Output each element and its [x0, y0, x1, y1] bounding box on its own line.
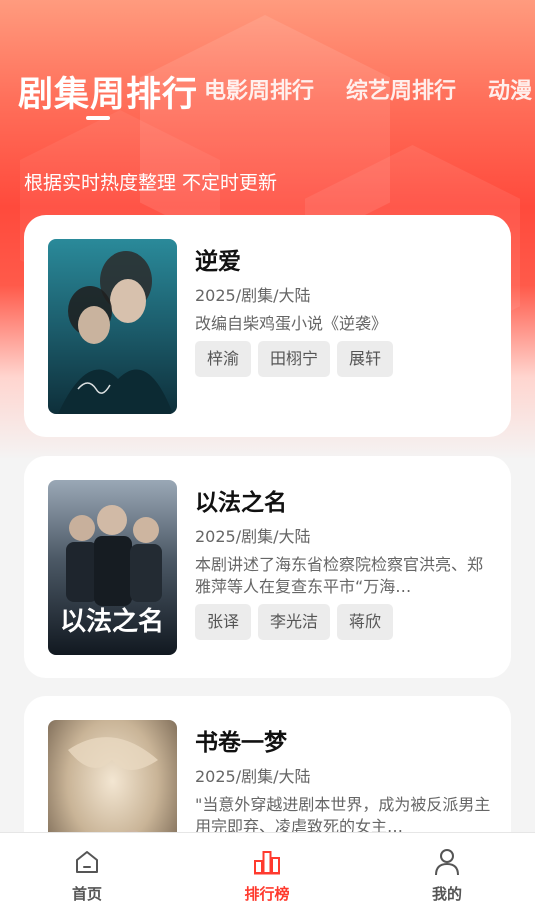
- tab-movie-weekly[interactable]: 电影周排行: [204, 73, 314, 105]
- bottom-navigation: 首页 排行榜 我的: [0, 832, 535, 915]
- home-icon: [27, 847, 147, 877]
- nav-profile-label: 我的: [431, 885, 462, 903]
- nav-home-label: 首页: [71, 885, 102, 903]
- item-description: 改编自柴鸡蛋小说《逆袭》: [195, 314, 388, 333]
- cast-tag[interactable]: 蒋欣: [337, 604, 394, 640]
- item-title[interactable]: 书卷一梦: [195, 724, 491, 762]
- cast-tags: 梓渝 田栩宁 展轩: [195, 341, 491, 377]
- poster-image[interactable]: 以法之名: [48, 480, 177, 655]
- nav-home[interactable]: 首页: [27, 847, 147, 904]
- item-title[interactable]: 以法之名: [195, 484, 491, 522]
- ranking-subtitle: 根据实时热度整理 不定时更新: [24, 172, 278, 194]
- item-title[interactable]: 逆爱: [195, 243, 491, 281]
- ranking-card[interactable]: 逆爱 2025/剧集/大陆 改编自柴鸡蛋小说《逆袭》 梓渝 田栩宁 展轩: [24, 215, 511, 437]
- tab-anime-weekly[interactable]: 动漫: [488, 73, 532, 105]
- nav-profile[interactable]: 我的: [387, 847, 507, 904]
- svg-text:以法之名: 以法之名: [60, 606, 164, 637]
- ranking-tabs: 剧集周排行 电影周排行 综艺周排行 动漫: [0, 62, 535, 122]
- nav-ranking[interactable]: 排行榜: [207, 847, 327, 904]
- cast-tag[interactable]: 展轩: [337, 341, 394, 377]
- ranking-card[interactable]: 以法之名 以法之名 2025/剧集/大陆 本剧讲述了海东省检察院检察官洪亮、郑雅…: [24, 456, 511, 678]
- ranking-chart-icon: [207, 847, 327, 877]
- item-info: 以法之名 2025/剧集/大陆 本剧讲述了海东省检察院检察官洪亮、郑雅萍等人在复…: [195, 484, 491, 640]
- nav-ranking-label: 排行榜: [244, 885, 290, 903]
- cast-tag[interactable]: 李光洁: [258, 604, 331, 640]
- active-tab-indicator: [86, 116, 110, 120]
- item-description: 本剧讲述了海东省检察院检察官洪亮、郑雅萍等人在复查东平市“万海…: [195, 555, 484, 596]
- item-meta: 2025/剧集/大陆: [195, 286, 311, 305]
- item-meta: 2025/剧集/大陆: [195, 767, 311, 786]
- tab-variety-weekly[interactable]: 综艺周排行: [346, 73, 456, 105]
- cast-tags: 张译 李光洁 蒋欣: [195, 604, 491, 640]
- user-profile-icon: [387, 847, 507, 877]
- item-meta: 2025/剧集/大陆: [195, 527, 311, 546]
- cast-tag[interactable]: 梓渝: [195, 341, 252, 377]
- cast-tag[interactable]: 田栩宁: [258, 341, 331, 377]
- tab-drama-weekly[interactable]: 剧集周排行: [18, 66, 198, 117]
- cast-tag[interactable]: 张译: [195, 604, 252, 640]
- poster-image[interactable]: [48, 239, 177, 414]
- item-info: 书卷一梦 2025/剧集/大陆 "当意外穿越进剧本世界，成为被反派男主用完即弃、…: [195, 724, 491, 838]
- item-info: 逆爱 2025/剧集/大陆 改编自柴鸡蛋小说《逆袭》 梓渝 田栩宁 展轩: [195, 243, 491, 377]
